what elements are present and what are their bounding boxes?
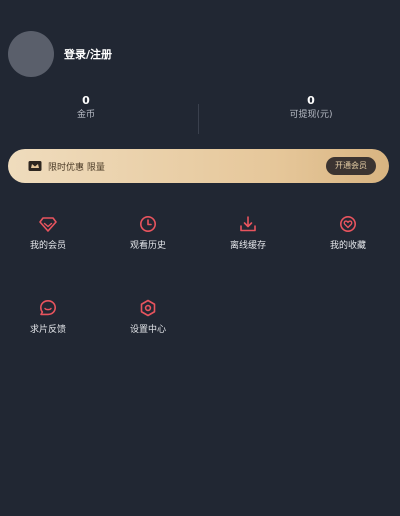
menu-item-favorites[interactable]: 我的收藏 <box>308 215 388 252</box>
open-vip-button[interactable]: 开通会员 <box>326 157 376 175</box>
menu-label-favorites: 我的收藏 <box>329 241 366 251</box>
menu-label-feedback: 求片反馈 <box>29 325 66 335</box>
vip-banner[interactable]: 限时优惠 限量 开通会员 <box>8 149 389 183</box>
settings-icon <box>140 299 156 317</box>
profile-page: 登录/注册 0 金币 0 可提现(元) 限时优惠 限量 开通会员 我的会员 观看… <box>0 0 400 516</box>
feedback-icon <box>40 300 56 316</box>
menu-label-membership: 我的会员 <box>29 241 66 251</box>
withdrawable-label: 可提现(元) <box>289 110 333 120</box>
clock-icon <box>140 216 156 232</box>
menu-label-offline-cache: 离线缓存 <box>229 241 266 251</box>
menu-item-offline-cache[interactable]: 离线缓存 <box>208 215 288 252</box>
withdrawable-value: 0 <box>307 94 315 107</box>
heart-icon <box>340 216 356 232</box>
menu-label-history: 观看历史 <box>129 241 166 251</box>
menu-item-history[interactable]: 观看历史 <box>108 215 188 252</box>
withdrawable-stat[interactable]: 0 可提现(元) <box>211 94 400 122</box>
profile-header[interactable]: 登录/注册 <box>8 30 112 78</box>
download-icon <box>240 216 256 232</box>
stats-row: 0 金币 0 可提现(元) <box>0 94 400 134</box>
diamond-icon <box>39 217 57 232</box>
avatar[interactable] <box>8 31 54 77</box>
crown-icon <box>28 160 42 172</box>
login-register-link[interactable]: 登录/注册 <box>64 46 112 62</box>
menu-item-settings[interactable]: 设置中心 <box>108 299 188 336</box>
stats-divider <box>198 104 199 134</box>
coins-label: 金币 <box>76 110 95 120</box>
vip-promo-text: 限时优惠 限量 <box>48 162 105 173</box>
menu-item-feedback[interactable]: 求片反馈 <box>8 299 88 336</box>
coins-stat[interactable]: 0 金币 <box>0 94 186 122</box>
coins-value: 0 <box>82 94 90 107</box>
menu-item-membership[interactable]: 我的会员 <box>8 215 88 252</box>
menu-label-settings: 设置中心 <box>129 325 166 335</box>
